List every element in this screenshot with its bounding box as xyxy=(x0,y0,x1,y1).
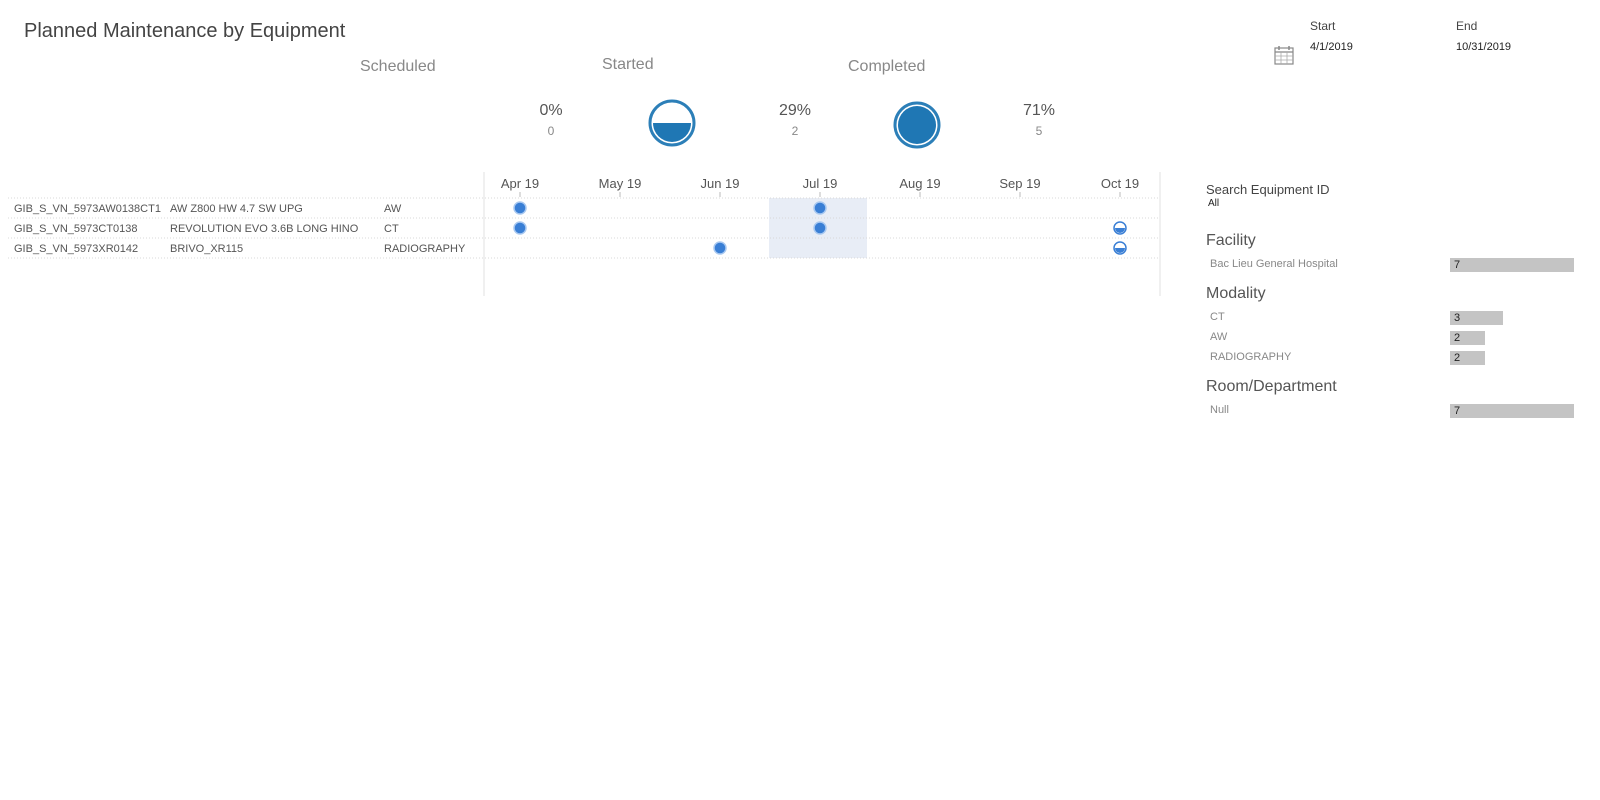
timeline-svg: Apr 19 May 19 Jun 19 Jul 19 Aug 19 Sep 19 Oct … xyxy=(8,172,1161,296)
modality-filter-item[interactable]: CT 3 xyxy=(1210,311,1580,325)
modality-filter-item[interactable]: RADIOGRAPHY 2 xyxy=(1210,351,1580,365)
month-label: Aug 19 xyxy=(899,176,940,191)
page-title: Planned Maintenance by Equipment xyxy=(24,20,346,42)
start-date-input[interactable]: 4/1/2019 xyxy=(1310,41,1353,53)
search-equipment-input[interactable]: All xyxy=(1208,198,1219,209)
equipment-name: BRIVO_XR115 xyxy=(170,243,243,255)
filter-count-bar: 7 xyxy=(1450,258,1574,272)
end-date-label: End xyxy=(1456,19,1478,33)
equipment-modality: AW xyxy=(384,203,402,215)
equipment-id[interactable]: GIB_S_VN_5973AW0138CT1 xyxy=(14,203,161,215)
scheduled-percent: 0% xyxy=(539,102,563,119)
started-status-icon xyxy=(648,99,696,147)
month-label: Sep 19 xyxy=(999,176,1040,191)
modality-heading: Modality xyxy=(1206,285,1266,302)
started-percent: 29% xyxy=(778,102,812,119)
filter-item-label: Bac Lieu General Hospital xyxy=(1210,258,1338,270)
filter-count: 7 xyxy=(1454,259,1461,271)
equipment-name: REVOLUTION EVO 3.6B LONG HINO xyxy=(170,223,359,235)
completed-percent: 71% xyxy=(1022,102,1056,119)
equipment-id[interactable]: GIB_S_VN_5973CT0138 xyxy=(14,223,138,235)
filter-count-bar: 3 xyxy=(1450,311,1503,325)
started-label: Started xyxy=(602,56,654,73)
equipment-modality: RADIOGRAPHY xyxy=(384,243,466,255)
completed-status-icon xyxy=(893,101,941,149)
maintenance-timeline: Apr 19 May 19 Jun 19 Jul 19 Aug 19 Sep 19 Oct … xyxy=(0,172,1161,296)
completed-marker[interactable] xyxy=(513,221,527,235)
scheduled-label: Scheduled xyxy=(360,58,436,75)
filter-count-bar: 7 xyxy=(1450,404,1574,418)
filter-item-label: AW xyxy=(1210,331,1228,343)
month-label: Jun 19 xyxy=(700,176,739,191)
start-date-label: Start xyxy=(1310,19,1336,33)
filter-count: 7 xyxy=(1454,405,1461,417)
equipment-modality: CT xyxy=(384,223,399,235)
filter-count: 3 xyxy=(1454,312,1461,324)
filter-item-label: Null xyxy=(1210,404,1229,416)
facility-filter-item[interactable]: Bac Lieu General Hospital 7 xyxy=(1210,258,1580,272)
completed-count: 5 xyxy=(1035,124,1043,138)
facility-heading: Facility xyxy=(1206,232,1256,249)
filter-item-label: CT xyxy=(1210,311,1225,323)
equipment-id[interactable]: GIB_S_VN_5973XR0142 xyxy=(14,243,138,255)
month-label: May 19 xyxy=(599,176,642,191)
filter-count: 2 xyxy=(1454,332,1461,344)
filter-count-bar: 2 xyxy=(1450,351,1485,365)
completed-marker[interactable] xyxy=(813,201,827,215)
month-label: Oct 19 xyxy=(1101,176,1139,191)
equipment-name: AW Z800 HW 4.7 SW UPG xyxy=(170,203,303,215)
calendar-icon[interactable] xyxy=(1273,44,1295,66)
search-equipment-label: Search Equipment ID xyxy=(1206,182,1330,197)
room-department-heading: Room/Department xyxy=(1206,378,1337,395)
started-count: 2 xyxy=(791,124,799,138)
completed-marker[interactable] xyxy=(513,201,527,215)
filter-item-label: RADIOGRAPHY xyxy=(1210,351,1292,363)
scheduled-count: 0 xyxy=(547,124,555,138)
filter-count-bar: 2 xyxy=(1450,331,1485,345)
completed-marker[interactable] xyxy=(713,241,727,255)
end-date-input[interactable]: 10/31/2019 xyxy=(1456,41,1511,53)
month-label: Jul 19 xyxy=(803,176,838,191)
completed-marker[interactable] xyxy=(813,221,827,235)
modality-filter-item[interactable]: AW 2 xyxy=(1210,331,1580,345)
room-filter-item[interactable]: Null 7 xyxy=(1210,404,1580,418)
filter-count: 2 xyxy=(1454,352,1461,364)
month-label: Apr 19 xyxy=(501,176,539,191)
completed-label: Completed xyxy=(848,58,926,75)
